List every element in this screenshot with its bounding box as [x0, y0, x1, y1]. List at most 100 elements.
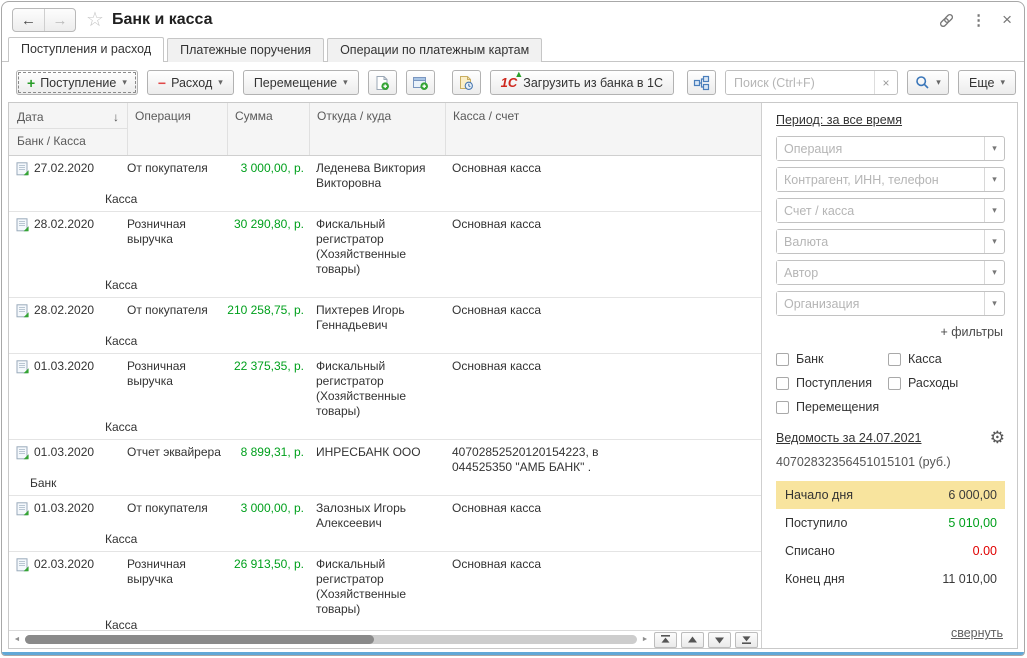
table-row[interactable]: 01.03.2020 Розничная выручка 22 375,35, … [9, 354, 761, 440]
column-header-account[interactable]: Касса / счет [445, 103, 761, 155]
filter-operation-input[interactable] [777, 137, 984, 160]
checkbox-icon [776, 401, 789, 414]
row-account: Основная касса [445, 217, 761, 277]
search-input[interactable] [726, 71, 874, 94]
tab-receipts-expense[interactable]: Поступления и расход [8, 37, 164, 62]
checkbox-receipts[interactable]: Поступления [776, 376, 888, 390]
table-row[interactable]: 02.03.2020 Розничная выручка 26 913,50, … [9, 552, 761, 630]
load-from-bank-button[interactable]: 1С▲ Загрузить из банка в 1С [490, 70, 674, 95]
favorite-star-icon[interactable]: ☆ [86, 10, 104, 30]
row-date: 28.02.2020 [34, 217, 94, 232]
more-menu-button[interactable]: ⋮ [971, 11, 986, 29]
period-link[interactable]: Период: за все время [776, 113, 1005, 127]
dropdown-button[interactable]: ▾ [984, 168, 1004, 191]
row-from-to: Леденева Виктория Викторовна [309, 161, 445, 191]
column-header-operation[interactable]: Операция [127, 103, 227, 155]
table-header: Дата ↓ Банк / Касса Операция Сумма Откуд… [9, 103, 761, 156]
table-row[interactable]: 28.02.2020 От покупателя 210 258,75, р. … [9, 298, 761, 354]
filter-organization-input[interactable] [777, 292, 984, 315]
new-document-icon [374, 75, 390, 91]
row-operation: От покупателя [127, 303, 227, 333]
receipt-button[interactable]: + Поступление ▾ [16, 70, 138, 95]
expense-button-label: Расход [171, 76, 212, 90]
checkbox-kassa[interactable]: Касса [888, 352, 1005, 366]
row-account: Основная касса [445, 501, 761, 531]
filter-author: ▾ [776, 260, 1005, 285]
plus-icon: + [27, 75, 35, 91]
first-row-icon [660, 635, 671, 644]
column-header-sum[interactable]: Сумма [227, 103, 309, 155]
tab-card-operations[interactable]: Операции по платежным картам [327, 38, 542, 62]
column-header-from-to[interactable]: Откуда / куда [309, 103, 445, 155]
dropdown-button[interactable]: ▾ [984, 292, 1004, 315]
checkbox-icon [776, 377, 789, 390]
summary-row-received: Поступило 5 010,00 [776, 509, 1005, 537]
more-actions-label: Еще [969, 76, 994, 90]
filter-currency-input[interactable] [777, 230, 984, 253]
go-up-button[interactable] [681, 632, 704, 648]
row-group-label: Касса [9, 531, 761, 547]
filter-author-input[interactable] [777, 261, 984, 284]
get-link-button[interactable] [938, 12, 955, 29]
scrollbar-thumb[interactable] [25, 635, 374, 644]
new-document-button[interactable] [368, 70, 397, 95]
kebab-icon: ⋮ [971, 11, 986, 29]
deferred-document-button[interactable] [452, 70, 481, 95]
dropdown-button[interactable]: ▾ [984, 261, 1004, 284]
posted-document-icon [16, 502, 29, 516]
go-down-button[interactable] [708, 632, 731, 648]
summary-label: Списано [785, 544, 835, 558]
posted-document-icon [16, 360, 29, 374]
search-options-button[interactable]: ▾ [907, 70, 949, 95]
go-first-button[interactable] [654, 632, 677, 648]
row-group-label: Касса [9, 617, 761, 630]
table-row[interactable]: 28.02.2020 Розничная выручка 30 290,80, … [9, 212, 761, 298]
statement-link[interactable]: Ведомость за 24.07.2021 [776, 431, 921, 445]
column-header-date[interactable]: Дата ↓ [9, 103, 127, 129]
search-clear-button[interactable]: × [874, 71, 897, 94]
more-actions-button[interactable]: Еще ▾ [958, 70, 1016, 95]
checkbox-label: Касса [908, 352, 942, 366]
gear-icon[interactable]: ⚙ [990, 429, 1005, 446]
checkbox-transfers[interactable]: Перемещения [776, 400, 888, 414]
related-documents-button[interactable] [687, 70, 716, 95]
checkbox-label: Расходы [908, 376, 958, 390]
column-header-bank-kassa[interactable]: Банк / Касса [9, 129, 127, 155]
table-row[interactable]: 01.03.2020 От покупателя 3 000,00, р. За… [9, 496, 761, 552]
transfer-button[interactable]: Перемещение ▾ [243, 70, 359, 95]
table-row[interactable]: 27.02.2020 От покупателя 3 000,00, р. Ле… [9, 156, 761, 212]
row-group-label: Касса [9, 419, 761, 435]
clear-icon: × [883, 76, 890, 90]
row-from-to: ИНРЕСБАНК ООО [309, 445, 445, 475]
chevron-down-icon: ▾ [992, 298, 997, 309]
row-account: Основная касса [445, 303, 761, 333]
posted-document-icon [16, 218, 29, 232]
forward-button[interactable]: → [44, 9, 75, 31]
dropdown-button[interactable]: ▾ [984, 137, 1004, 160]
scroll-right-icon[interactable]: ► [640, 636, 650, 643]
row-account: Основная касса [445, 161, 761, 191]
scrollbar-track[interactable] [25, 635, 637, 644]
filter-account-input[interactable] [777, 199, 984, 222]
back-button[interactable]: ← [13, 9, 44, 31]
back-icon: ← [21, 12, 36, 29]
dropdown-button[interactable]: ▾ [984, 199, 1004, 222]
go-last-button[interactable] [735, 632, 758, 648]
chevron-down-icon: ▾ [1000, 77, 1005, 88]
checkbox-expenses[interactable]: Расходы [888, 376, 1005, 390]
collapse-link[interactable]: свернуть [776, 622, 1005, 642]
tab-payment-orders[interactable]: Платежные поручения [167, 38, 324, 62]
dropdown-button[interactable]: ▾ [984, 230, 1004, 253]
filter-counterparty-input[interactable] [777, 168, 984, 191]
chevron-down-icon: ▾ [343, 77, 348, 88]
expense-button[interactable]: − Расход ▾ [147, 70, 234, 95]
close-button[interactable]: × [1002, 10, 1012, 30]
row-operation: Розничная выручка [127, 557, 227, 617]
add-filters-link[interactable]: + фильтры [776, 325, 1003, 339]
scroll-left-icon[interactable]: ◄ [12, 636, 22, 643]
checkbox-bank[interactable]: Банк [776, 352, 888, 366]
row-operation: Розничная выручка [127, 217, 227, 277]
new-cash-register-button[interactable] [406, 70, 435, 95]
table-row[interactable]: 01.03.2020 Отчет эквайрера 8 899,31, р. … [9, 440, 761, 496]
table-body: 27.02.2020 От покупателя 3 000,00, р. Ле… [9, 156, 761, 630]
